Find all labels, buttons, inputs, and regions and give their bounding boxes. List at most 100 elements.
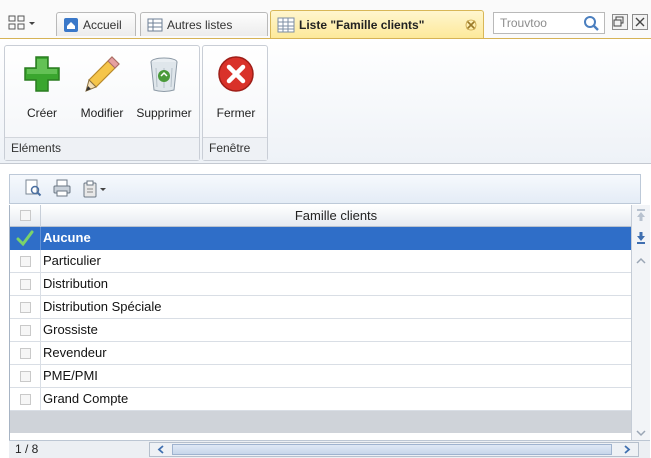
search-icon xyxy=(584,16,599,31)
row-checkbox[interactable] xyxy=(20,256,31,267)
ribbon-group-label: Eléments xyxy=(5,137,199,160)
modify-button[interactable]: Modifier xyxy=(73,50,131,122)
data-grid: Famille clients Aucune Particulier Distrib… xyxy=(9,205,633,443)
chevron-down-icon xyxy=(636,430,646,437)
create-button[interactable]: Créer xyxy=(13,50,71,122)
scroll-thumb[interactable] xyxy=(172,444,612,455)
row-checkbox[interactable] xyxy=(20,348,31,359)
column-divider xyxy=(40,273,41,296)
delete-button-label: Supprimer xyxy=(136,106,192,120)
clipboard-icon xyxy=(83,180,97,198)
column-divider xyxy=(40,227,41,250)
checkmark-icon[interactable] xyxy=(16,229,34,247)
close-window-button[interactable] xyxy=(632,14,648,30)
row-label: Revendeur xyxy=(43,345,107,360)
tab-label: Accueil xyxy=(83,17,122,32)
row-label: PME/PMI xyxy=(43,368,98,383)
restore-window-button[interactable] xyxy=(612,14,628,30)
print-button[interactable] xyxy=(52,179,72,200)
pencil-icon xyxy=(85,56,120,92)
close-button[interactable]: Fermer xyxy=(207,50,265,122)
horizontal-scrollbar[interactable] xyxy=(149,442,639,457)
table-row[interactable]: Distribution xyxy=(10,273,632,296)
chevron-down-icon xyxy=(100,188,106,191)
ribbon-group-fenetre: Fermer Fenêtre xyxy=(202,45,268,161)
column-header-famille-clients[interactable]: Famille clients xyxy=(40,205,632,227)
table-row[interactable]: Particulier xyxy=(10,250,632,273)
search-button[interactable] xyxy=(582,14,600,32)
close-icon xyxy=(465,19,477,30)
delete-button[interactable]: Supprimer xyxy=(135,50,193,122)
apps-grid-icon xyxy=(8,15,25,30)
list-icon xyxy=(147,18,163,31)
grid-empty-area xyxy=(10,411,632,433)
trash-icon xyxy=(150,57,178,92)
scroll-bottom-button[interactable] xyxy=(633,230,649,246)
row-label: Grossiste xyxy=(43,322,98,337)
chevron-up-icon xyxy=(636,257,646,264)
column-divider xyxy=(40,342,41,365)
table-row[interactable]: Grand Compte xyxy=(10,388,632,411)
clipboard-dropdown[interactable] xyxy=(82,180,108,198)
tab-accueil[interactable]: Accueil xyxy=(56,12,136,36)
row-checkbox[interactable] xyxy=(20,279,31,290)
row-label: Distribution Spéciale xyxy=(43,299,162,314)
ribbon: Créer Modifier Supprimer Eléments Fermer… xyxy=(0,38,651,164)
scroll-down-button[interactable] xyxy=(633,425,649,441)
row-label: Aucune xyxy=(43,230,91,245)
row-label: Distribution xyxy=(43,276,109,291)
column-divider xyxy=(40,388,41,411)
tab-autres-listes[interactable]: Autres listes xyxy=(140,12,268,36)
table-row[interactable]: Distribution Spéciale xyxy=(10,296,632,319)
search-input[interactable] xyxy=(500,14,582,32)
close-tab-button[interactable] xyxy=(465,19,477,31)
print-preview-icon xyxy=(25,179,42,196)
restore-icon xyxy=(613,16,624,27)
scroll-top-button[interactable] xyxy=(633,207,649,223)
record-count: 1 / 8 xyxy=(15,442,39,456)
row-checkbox[interactable] xyxy=(20,394,31,405)
tab-label: Autres listes xyxy=(167,17,233,32)
status-bar: 1 / 8 xyxy=(9,440,650,458)
row-checkbox[interactable] xyxy=(20,325,31,336)
add-icon xyxy=(24,56,60,92)
table-row[interactable]: Grossiste xyxy=(10,319,632,342)
vertical-scrollbar[interactable] xyxy=(631,205,650,443)
scroll-right-icon[interactable] xyxy=(619,443,635,456)
row-checkbox[interactable] xyxy=(20,302,31,313)
create-button-label: Créer xyxy=(26,106,57,120)
grid-toolbar xyxy=(9,174,641,204)
ribbon-group-label: Fenêtre xyxy=(203,137,267,160)
printer-icon xyxy=(53,179,71,196)
column-divider xyxy=(40,319,41,342)
grid-header: Famille clients xyxy=(10,205,632,227)
table-row[interactable]: Revendeur xyxy=(10,342,632,365)
close-button-label: Fermer xyxy=(216,106,256,120)
column-divider xyxy=(40,365,41,388)
close-circle-icon xyxy=(218,56,254,92)
preview-button[interactable] xyxy=(24,179,42,200)
tab-liste-famille-clients[interactable]: Liste "Famille clients" xyxy=(270,10,484,38)
grid-icon xyxy=(277,17,295,32)
tab-bar: Accueil Autres listes Liste "Famille cli… xyxy=(0,0,651,40)
table-row[interactable]: PME/PMI xyxy=(10,365,632,388)
scroll-up-button[interactable] xyxy=(633,253,649,269)
home-icon xyxy=(64,17,78,32)
row-label: Grand Compte xyxy=(43,391,129,406)
scroll-left-icon[interactable] xyxy=(153,443,169,456)
close-icon xyxy=(635,17,645,27)
select-all-column[interactable] xyxy=(10,205,41,227)
row-checkbox[interactable] xyxy=(20,371,31,382)
select-all-checkbox[interactable] xyxy=(20,210,31,221)
table-row[interactable]: Aucune xyxy=(10,227,632,250)
column-divider xyxy=(40,296,41,319)
modify-button-label: Modifier xyxy=(80,106,124,120)
app-menu-button[interactable] xyxy=(8,15,38,31)
arrow-bottom-icon xyxy=(637,232,645,244)
column-divider xyxy=(40,250,41,273)
search-box xyxy=(493,12,605,34)
arrow-top-icon xyxy=(637,209,645,221)
chevron-down-icon xyxy=(29,22,35,25)
row-label: Particulier xyxy=(43,253,101,268)
tab-label: Liste "Famille clients" xyxy=(299,17,425,32)
